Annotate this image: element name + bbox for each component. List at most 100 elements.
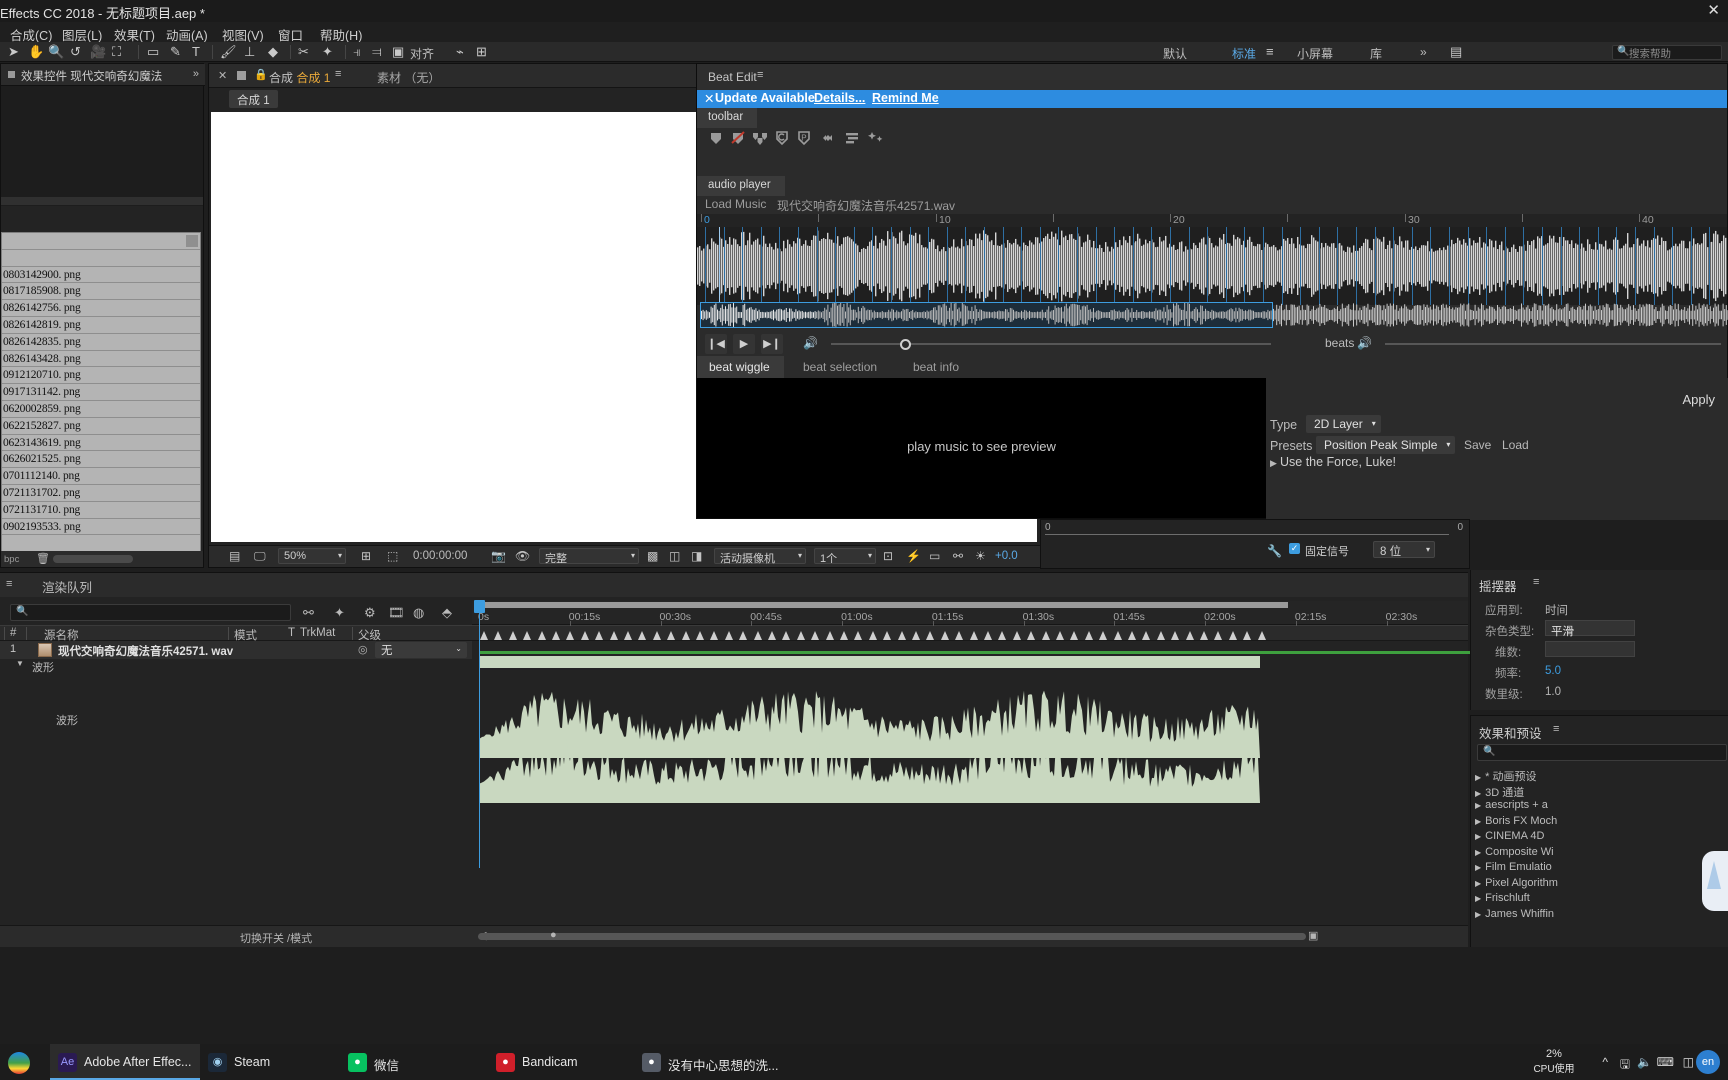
beat-marker[interactable] <box>595 631 604 640</box>
tray-save-icon[interactable]: 🖫 <box>1620 1055 1630 1076</box>
eraser-tool-icon[interactable]: ◆ <box>268 44 278 60</box>
workspace-menu-icon[interactable]: ≡ <box>1266 44 1274 59</box>
expand-triangle-icon[interactable]: ▶ <box>1475 789 1481 798</box>
volume-icon[interactable]: 🔊 <box>803 336 818 350</box>
beat-marker[interactable] <box>984 631 992 640</box>
camera-tool-icon[interactable]: 🎥 <box>90 44 106 60</box>
effects-presets-menu-icon[interactable]: ≡ <box>1553 723 1559 735</box>
chevron-right-icon[interactable]: » <box>193 68 199 80</box>
beat-marker[interactable] <box>652 631 661 640</box>
clone-stamp-tool-icon[interactable]: ⊥ <box>244 44 255 60</box>
expand-triangle-icon[interactable]: ▶ <box>1475 817 1481 826</box>
grid-icon[interactable]: ⊞ <box>476 44 487 60</box>
beat-marker[interactable] <box>638 631 647 640</box>
beat-marker[interactable] <box>580 631 589 640</box>
audio-layer-bar[interactable] <box>480 656 1260 668</box>
list-item[interactable]: 0902193533. png <box>2 519 200 536</box>
list-item[interactable]: ▶ CINEMA 4D <box>1475 830 1544 842</box>
start-button-icon[interactable] <box>8 1052 30 1074</box>
tab-beat-info[interactable]: beat info <box>901 356 973 378</box>
beat-marker[interactable] <box>1128 631 1136 640</box>
enable-3d-icon[interactable]: ✦ <box>334 605 345 621</box>
apply-button[interactable]: Apply <box>1682 392 1715 407</box>
tray-expand-icon[interactable]: ^ <box>1602 1055 1608 1069</box>
tray-network-icon[interactable]: ◫ <box>1683 1055 1694 1069</box>
zoom-slider-handle[interactable]: ● <box>550 929 557 941</box>
frame-blending-icon[interactable]: 🎞 <box>388 605 405 621</box>
monitor-icon[interactable]: 🖵 <box>254 549 266 564</box>
shape-tool-icon[interactable]: ▭ <box>147 44 159 60</box>
beat-marker[interactable] <box>1056 631 1064 640</box>
beat-marker[interactable] <box>1142 631 1151 640</box>
delete-icon[interactable]: 🗑 <box>36 552 50 565</box>
shield-c-icon[interactable] <box>774 130 790 146</box>
parent-pickwhip-icon[interactable]: ◎ <box>358 643 368 656</box>
shield-icon[interactable] <box>708 130 724 146</box>
beat-marker[interactable] <box>667 631 676 640</box>
update-close-icon[interactable]: ✕ <box>704 91 714 106</box>
playhead[interactable] <box>719 227 720 305</box>
beat-marker[interactable] <box>681 631 690 640</box>
toggle-switches-modes-button[interactable]: 切换开关 /模式 <box>240 930 312 946</box>
audio-level-line[interactable] <box>1045 534 1449 535</box>
beat-edit-menu-icon[interactable]: ≡ <box>757 69 763 81</box>
taskbar-item-after-effects[interactable]: Ae Adobe After Effec... <box>50 1044 200 1080</box>
list-item[interactable]: 0912120710. png <box>2 367 200 385</box>
beat-marker[interactable] <box>1200 631 1208 640</box>
zoom-tool-icon[interactable]: 🔍 <box>48 44 64 60</box>
list-item[interactable]: 0826142819. png <box>2 317 200 334</box>
beat-marker[interactable] <box>897 631 906 640</box>
layer-name[interactable]: 现代交响奇幻魔法音乐42571. wav <box>58 643 233 659</box>
close-icon[interactable]: ✕ <box>218 69 227 82</box>
timeline-search-input[interactable]: 🔍 <box>10 604 291 621</box>
tray-volume-icon[interactable]: 🔈 <box>1637 1055 1652 1069</box>
beat-marker[interactable] <box>768 631 776 640</box>
list-item[interactable]: ▶ Pixel Algorithm <box>1475 877 1558 889</box>
expand-triangle-icon[interactable]: ▶ <box>1475 848 1481 857</box>
wiggler-frequency-value[interactable]: 5.0 <box>1545 665 1561 677</box>
beat-marker[interactable] <box>854 631 863 640</box>
motion-blur-icon[interactable]: ⚙ <box>364 605 376 621</box>
beat-marker[interactable] <box>566 631 575 640</box>
snapshot-icon[interactable]: 📷 <box>491 549 506 563</box>
beat-marker[interactable] <box>1243 631 1252 640</box>
current-time-indicator[interactable] <box>474 600 485 613</box>
play-button[interactable]: ▶ <box>733 334 755 354</box>
presets-dropdown[interactable]: Position Peak Simple ▾ <box>1316 436 1456 454</box>
layers-icon[interactable]: ▤ <box>229 549 240 563</box>
beat-marker[interactable] <box>1185 631 1194 640</box>
beat-marker[interactable] <box>1257 631 1266 640</box>
beats-slider-track[interactable] <box>1385 343 1721 345</box>
diamond-arrows-icon[interactable] <box>820 130 836 146</box>
3d-view-icon[interactable]: ◫ <box>669 549 680 563</box>
expand-triangle-icon[interactable]: ▶ <box>1475 879 1481 888</box>
list-item[interactable]: 0701112140. png <box>2 468 200 485</box>
beat-marker[interactable] <box>724 631 733 640</box>
workspace-overflow[interactable]: » <box>1420 45 1427 59</box>
work-area-bar[interactable] <box>478 602 1288 608</box>
load-music-button[interactable]: Load Music <box>705 197 766 211</box>
beat-marker[interactable] <box>912 631 920 640</box>
list-item[interactable]: ▶ * 动画预设 <box>1475 768 1537 784</box>
comp-sub-tab[interactable]: 合成 1 <box>229 90 278 108</box>
beat-marker[interactable] <box>624 631 632 640</box>
list-item[interactable]: 0917131142. png <box>2 384 200 401</box>
workspace-library[interactable]: 库 <box>1370 45 1382 62</box>
force-row-label[interactable]: Use the Force, Luke! <box>1280 455 1396 469</box>
list-item[interactable]: 0623143619. png <box>2 435 200 452</box>
reset-exposure-icon[interactable]: ☀ <box>975 549 986 563</box>
shy-layers-icon[interactable]: ⚯ <box>303 605 314 621</box>
sparkle-icon[interactable] <box>868 130 884 146</box>
parent-dropdown[interactable]: 无 ⌄ <box>375 642 467 658</box>
expand-triangle-icon[interactable]: ▶ <box>1270 458 1277 469</box>
expand-triangle-icon[interactable]: ▶ <box>1475 832 1481 841</box>
list-item[interactable]: ▶ Film Emulatio <box>1475 861 1552 873</box>
audio-player-tab[interactable]: audio player <box>697 176 785 196</box>
waveform-overview[interactable] <box>700 302 1273 328</box>
beat-marker[interactable] <box>1070 631 1079 640</box>
beat-marker[interactable] <box>998 631 1007 640</box>
beat-marker[interactable] <box>840 631 848 640</box>
exposure-value[interactable]: +0.0 <box>995 550 1018 562</box>
beat-markers-row[interactable] <box>472 631 1468 645</box>
list-item[interactable]: 0721131710. png <box>2 502 200 519</box>
